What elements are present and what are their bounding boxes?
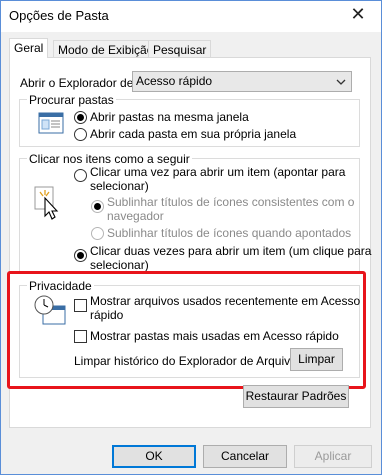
cancel-button[interactable]: Cancelar	[203, 445, 287, 468]
tab-search[interactable]: Pesquisar	[148, 40, 212, 58]
click-items-legend: Clicar nos itens como a seguir	[27, 152, 192, 166]
pointer-icon	[34, 186, 59, 220]
browse-folders-legend: Procurar pastas	[27, 93, 116, 107]
ok-button[interactable]: OK	[112, 445, 196, 468]
underline-browser-label-line2: navegador	[107, 209, 164, 223]
underline-browser-label-line1: Sublinhar títulos de ícones consistentes…	[107, 195, 355, 209]
open-explorer-value: Acesso rápido	[136, 74, 213, 88]
tab-general[interactable]: Geral	[9, 38, 49, 58]
close-icon[interactable]: ✕	[343, 2, 373, 28]
single-click-label-line1: Clicar uma vez para abrir um item (apont…	[90, 165, 346, 179]
radio-same-window-label: Abrir pastas na mesma janela	[90, 110, 249, 124]
radio-own-window[interactable]	[74, 128, 87, 141]
double-click-label-line1: Clicar duas vezes para abrir um item (um…	[90, 244, 372, 258]
tab-view-mode[interactable]: Modo de Exibição	[53, 40, 159, 58]
radio-underline-hover[interactable]	[91, 227, 104, 240]
window-icon	[38, 112, 64, 134]
open-explorer-select[interactable]: Acesso rápido	[132, 71, 352, 92]
radio-double-click[interactable]	[74, 249, 87, 262]
radio-underline-browser[interactable]	[91, 200, 104, 213]
open-explorer-label: Abrir o Explorador de A	[20, 76, 132, 90]
restore-defaults-button[interactable]: Restaurar Padrões	[243, 385, 349, 408]
chevron-down-icon	[336, 79, 346, 85]
window-title: Opções de Pasta	[9, 8, 109, 23]
apply-button[interactable]: Aplicar	[294, 445, 372, 468]
radio-own-window-label: Abrir cada pasta em sua própria janela	[90, 127, 297, 141]
underline-hover-label: Sublinhar títulos de ícones quando apont…	[107, 226, 352, 240]
radio-same-window[interactable]	[74, 111, 87, 124]
privacy-highlight-box	[7, 271, 366, 389]
single-click-label-line2: selecionar)	[90, 179, 149, 193]
radio-single-click[interactable]	[74, 169, 87, 182]
